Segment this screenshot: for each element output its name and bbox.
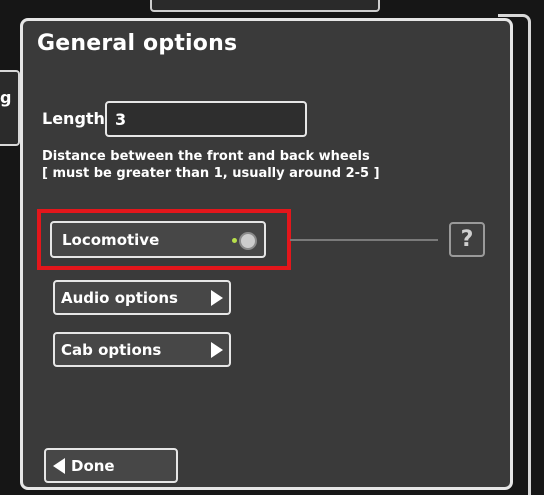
description-line-2: [ must be greater than 1, usually around… xyxy=(42,166,380,181)
locomotive-toggle[interactable]: Locomotive xyxy=(50,221,266,258)
play-arrow-icon xyxy=(211,290,223,306)
help-button[interactable]: ? xyxy=(449,222,485,257)
length-label: Length xyxy=(42,109,105,128)
cab-options-label: Cab options xyxy=(61,341,162,359)
play-arrow-icon xyxy=(211,342,223,358)
connector-line xyxy=(290,239,438,241)
indicator-led-icon xyxy=(232,238,237,243)
locomotive-label: Locomotive xyxy=(62,231,160,249)
description-line-1: Distance between the front and back whee… xyxy=(42,149,370,164)
screen: g General options Length Distance betwee… xyxy=(0,0,544,495)
background-tab-text: g xyxy=(0,88,12,107)
general-options-panel: General options Length Distance between … xyxy=(20,18,513,490)
toggle-knob-icon xyxy=(239,232,257,250)
done-button[interactable]: Done xyxy=(44,448,178,483)
done-label: Done xyxy=(71,457,115,475)
audio-options-label: Audio options xyxy=(61,289,178,307)
panel-title: General options xyxy=(37,31,238,56)
background-window-left-tab[interactable] xyxy=(0,70,20,146)
length-description: Distance between the front and back whee… xyxy=(42,148,380,182)
back-arrow-icon xyxy=(53,458,65,474)
length-input[interactable] xyxy=(105,101,307,137)
cab-options-button[interactable]: Cab options xyxy=(53,332,231,367)
background-window-top xyxy=(150,0,380,12)
audio-options-button[interactable]: Audio options xyxy=(53,280,231,315)
